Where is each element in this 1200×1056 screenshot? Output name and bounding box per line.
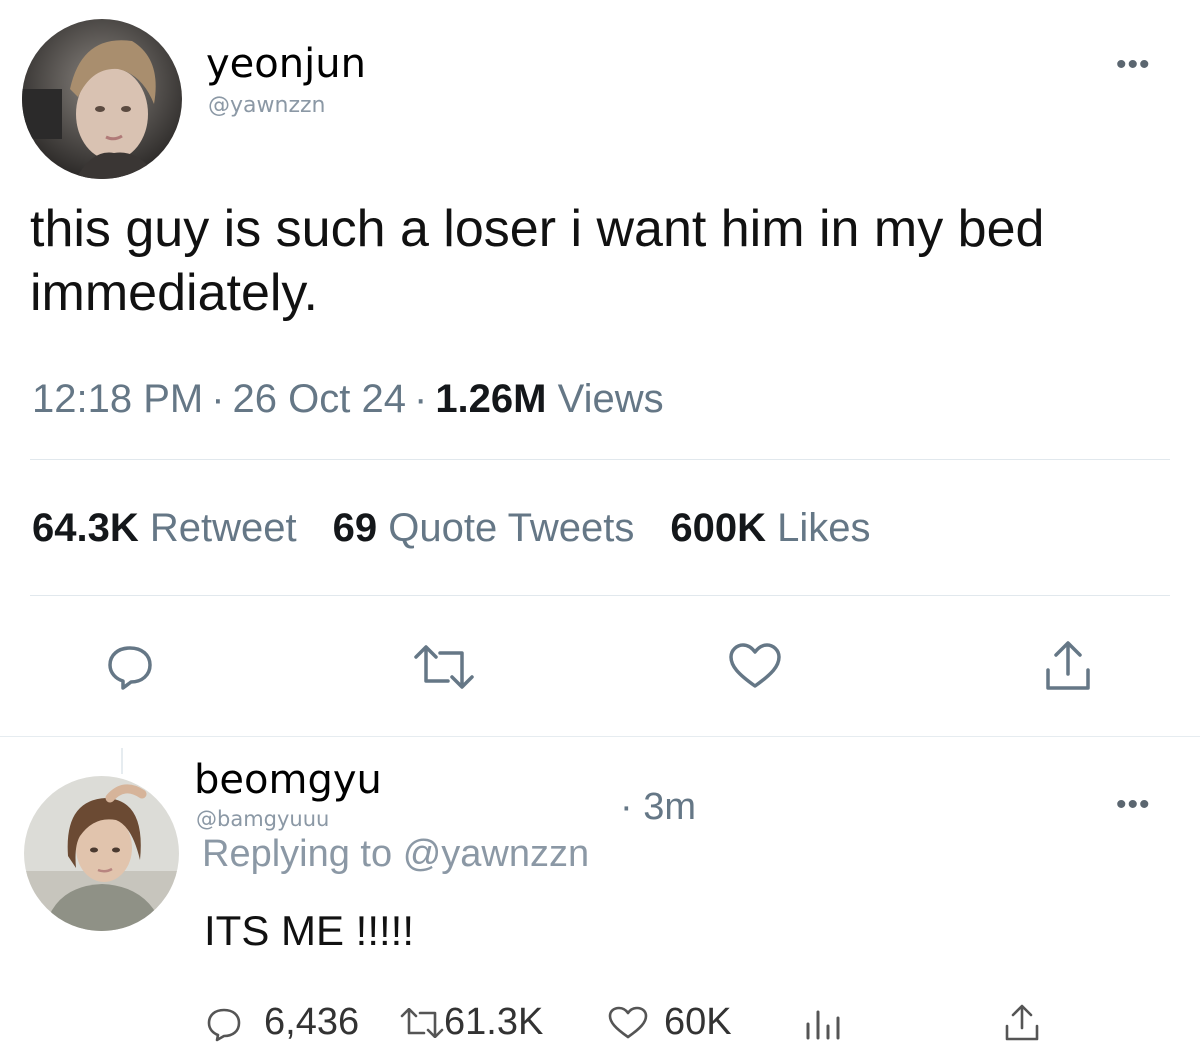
avatar-beomgyu[interactable] — [24, 776, 179, 931]
reply-author-display-name[interactable]: beomgyu — [194, 756, 382, 804]
replying-to-handle[interactable]: @yawnzzn — [403, 833, 589, 875]
retweet-icon — [400, 1008, 444, 1038]
tweet-time[interactable]: 12:18 PM — [32, 377, 203, 421]
views-count: 1.26M — [435, 377, 547, 421]
share-icon — [1005, 1004, 1039, 1041]
divider — [30, 459, 1170, 460]
reply-reply-action[interactable]: 6,436 — [206, 994, 376, 1050]
retweets-label: Retweet — [149, 506, 297, 550]
reply-like-action[interactable]: 60K — [608, 994, 758, 1050]
thread-line — [121, 748, 123, 774]
reply-text: ITS ME !!!!! — [204, 907, 415, 954]
avatar-photo — [24, 776, 179, 931]
quotes-stat[interactable]: 69 Quote Tweets — [333, 506, 635, 550]
likes-label: Likes — [777, 506, 871, 550]
tweet-date[interactable]: 26 Oct 24 — [233, 377, 406, 421]
avatar-photo — [22, 19, 182, 179]
tweet-text: this guy is such a loser i want him in m… — [30, 200, 1045, 322]
retweet-icon[interactable] — [412, 645, 476, 689]
reply-time[interactable]: · 3m — [620, 783, 696, 831]
meta-separator: · — [413, 377, 428, 421]
quotes-label: Quote Tweets — [388, 506, 635, 550]
reply-retweets-count: 61.3K — [444, 1001, 544, 1043]
like-icon — [608, 1006, 648, 1039]
views-label: Views — [557, 377, 664, 421]
reply-icon — [207, 1008, 241, 1042]
divider — [0, 736, 1200, 737]
like-icon[interactable] — [728, 642, 782, 690]
reply-replies-count: 6,436 — [264, 1001, 360, 1043]
author-display-name[interactable]: yeonjun — [206, 40, 366, 88]
reply-analytics-action[interactable] — [804, 994, 844, 1050]
replying-to-label: Replying to — [202, 833, 393, 875]
reply-icon[interactable] — [104, 640, 156, 692]
likes-count: 600K — [670, 506, 766, 550]
analytics-icon — [806, 1010, 840, 1040]
likes-stat[interactable]: 600K Likes — [670, 506, 870, 550]
divider — [30, 595, 1170, 596]
more-options-icon[interactable]: ••• — [1116, 50, 1151, 80]
tweet-stats: 64.3K Retweet 69 Quote Tweets 600K Likes — [32, 503, 870, 553]
quotes-count: 69 — [332, 506, 378, 550]
reply-share-action[interactable] — [1004, 994, 1044, 1050]
reply-author-handle[interactable]: @bamgyuuu — [196, 806, 329, 832]
author-handle[interactable]: @yawnzzn — [208, 92, 325, 120]
avatar-yeonjun[interactable] — [22, 19, 182, 179]
retweets-count: 64.3K — [32, 506, 139, 550]
reply-more-options-icon[interactable]: ••• — [1116, 790, 1151, 820]
share-icon[interactable] — [1044, 640, 1092, 692]
retweets-stat[interactable]: 64.3K Retweet — [32, 506, 297, 550]
meta-separator: · — [211, 377, 225, 421]
tweet-meta: 12:18 PM · 26 Oct 24 · 1.26M Views — [32, 374, 664, 424]
replying-to: Replying to @yawnzzn — [202, 830, 589, 878]
reply-retweet-action[interactable]: 61.3K — [400, 994, 570, 1050]
reply-likes-count: 60K — [664, 1001, 732, 1043]
